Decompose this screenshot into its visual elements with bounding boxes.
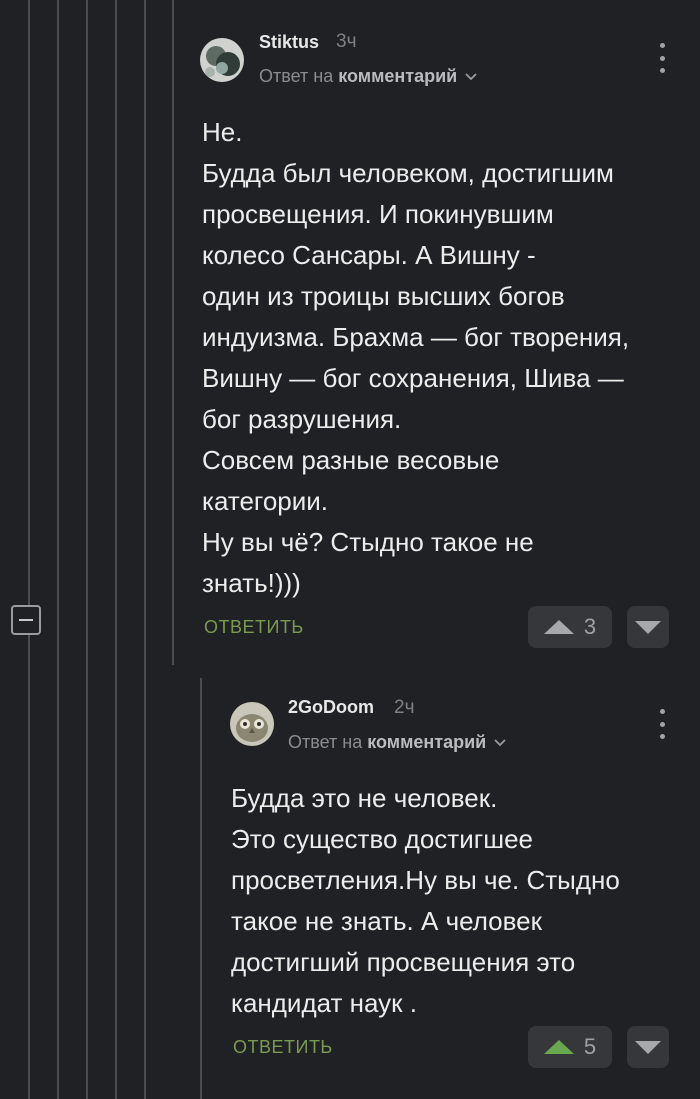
reply-to-indicator[interactable]: Ответ на комментарий [288,732,507,753]
chevron-down-icon [494,739,506,747]
reply-to-prefix: Ответ на [288,732,363,752]
comments-page: Stiktus 3ч Ответ на комментарий Не. Будд… [0,0,700,1099]
comment-author[interactable]: 2GoDoom [288,697,374,718]
triangle-up-icon [543,1040,574,1054]
upvote-button[interactable]: 5 [528,1026,612,1068]
reply-to-link[interactable]: комментарий [367,732,486,752]
reply-button[interactable]: ОТВЕТИТЬ [233,1037,333,1058]
more-vertical-icon[interactable] [657,709,667,739]
comment: 2GoDoom 2ч Ответ на комментарий Будда эт… [0,0,700,1099]
comment-time: 2ч [394,697,415,718]
triangle-down-icon [635,1040,661,1054]
downvote-button[interactable] [627,1026,669,1068]
rating-count: 5 [583,1034,597,1059]
comment-body: Будда это не человек. Это существо дости… [231,783,620,1018]
avatar[interactable] [230,702,274,746]
